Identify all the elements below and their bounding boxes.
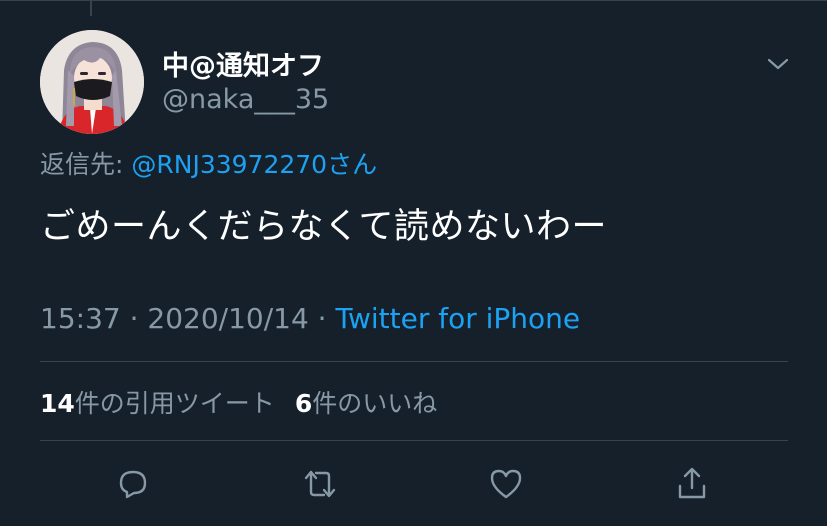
tweet-meta: 15:37 · 2020/10/14 · Twitter for iPhone bbox=[40, 302, 580, 335]
author-name[interactable]: 中@通知オフ bbox=[162, 44, 324, 83]
share-icon[interactable] bbox=[672, 464, 712, 504]
like-label: 件のいいね bbox=[312, 389, 438, 418]
tweet-text: ごめーんくだらなくて読めないわー bbox=[40, 207, 607, 247]
divider bbox=[40, 440, 788, 441]
quote-tweets-stat[interactable]: 14件の引用ツイート bbox=[40, 389, 275, 418]
avatar-illustration bbox=[40, 30, 144, 134]
tweet-timestamp[interactable]: 15:37 · 2020/10/14 · bbox=[40, 302, 335, 335]
chevron-down-icon[interactable] bbox=[764, 50, 792, 78]
like-count: 6 bbox=[294, 389, 313, 418]
tweet-stats: 14件の引用ツイート 6件のいいね bbox=[40, 384, 437, 420]
reply-context: 返信先: @RNJ33972270さん bbox=[40, 145, 377, 181]
top-divider bbox=[0, 0, 827, 5]
author-handle[interactable]: @naka___35 bbox=[162, 84, 329, 115]
likes-stat[interactable]: 6件のいいね bbox=[295, 389, 437, 418]
quote-label: 件の引用ツイート bbox=[74, 389, 275, 418]
retweet-icon[interactable] bbox=[300, 464, 340, 504]
quote-count: 14 bbox=[40, 389, 75, 418]
reply-mention-link[interactable]: @RNJ33972270さん bbox=[131, 150, 377, 179]
reply-prefix: 返信先: bbox=[40, 150, 124, 179]
like-icon[interactable] bbox=[486, 464, 526, 504]
tweet-source-link[interactable]: Twitter for iPhone bbox=[335, 302, 580, 335]
thread-connector-line bbox=[90, 0, 92, 16]
divider bbox=[40, 361, 788, 362]
reply-icon[interactable] bbox=[113, 464, 153, 504]
avatar[interactable] bbox=[40, 30, 144, 134]
